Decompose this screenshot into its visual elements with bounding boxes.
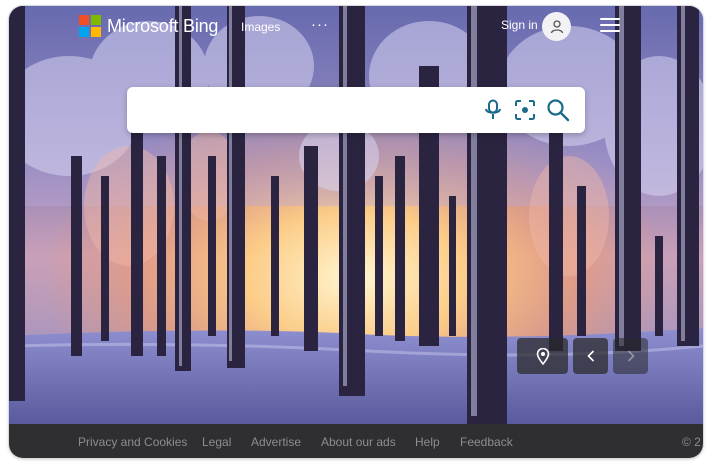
visual-search-icon — [515, 100, 535, 120]
account-avatar-button[interactable] — [542, 12, 571, 41]
microphone-icon — [485, 99, 501, 119]
footer-link-help[interactable]: Help — [415, 435, 440, 449]
footer-bar: Privacy and Cookies Legal Advertise Abou… — [9, 424, 703, 458]
footer-link-legal[interactable]: Legal — [202, 435, 231, 449]
footer-link-feedback[interactable]: Feedback — [460, 435, 513, 449]
microsoft-logo-icon — [79, 15, 101, 37]
chevron-right-icon — [627, 350, 635, 362]
top-header: Microsoft Bing Images ··· Sign in — [9, 6, 703, 50]
hamburger-menu-icon[interactable] — [600, 17, 620, 33]
brand-name: Microsoft Bing — [107, 15, 219, 36]
footer-link-advertise[interactable]: Advertise — [251, 435, 301, 449]
voice-search-button[interactable] — [481, 98, 505, 122]
bing-logo[interactable]: Microsoft Bing — [79, 15, 218, 37]
nav-images-link[interactable]: Images — [241, 20, 280, 34]
image-location-button[interactable] — [517, 338, 568, 374]
footer-link-privacy[interactable]: Privacy and Cookies — [78, 435, 187, 449]
user-icon — [550, 19, 563, 33]
more-menu-button[interactable]: ··· — [311, 16, 329, 33]
chevron-left-icon — [586, 350, 594, 362]
search-button[interactable] — [546, 98, 570, 122]
search-icon — [547, 99, 570, 122]
previous-image-button[interactable] — [573, 338, 608, 374]
browser-frame: Microsoft Bing Images ··· Sign in Privac… — [9, 6, 703, 458]
copyright-text: © 2 — [682, 435, 701, 449]
visual-search-button[interactable] — [513, 98, 537, 122]
location-pin-icon — [536, 347, 549, 365]
search-input[interactable] — [141, 98, 471, 122]
search-box — [127, 87, 585, 133]
sign-in-link[interactable]: Sign in — [501, 18, 538, 32]
footer-link-about-ads[interactable]: About our ads — [321, 435, 396, 449]
next-image-button[interactable] — [613, 338, 648, 374]
